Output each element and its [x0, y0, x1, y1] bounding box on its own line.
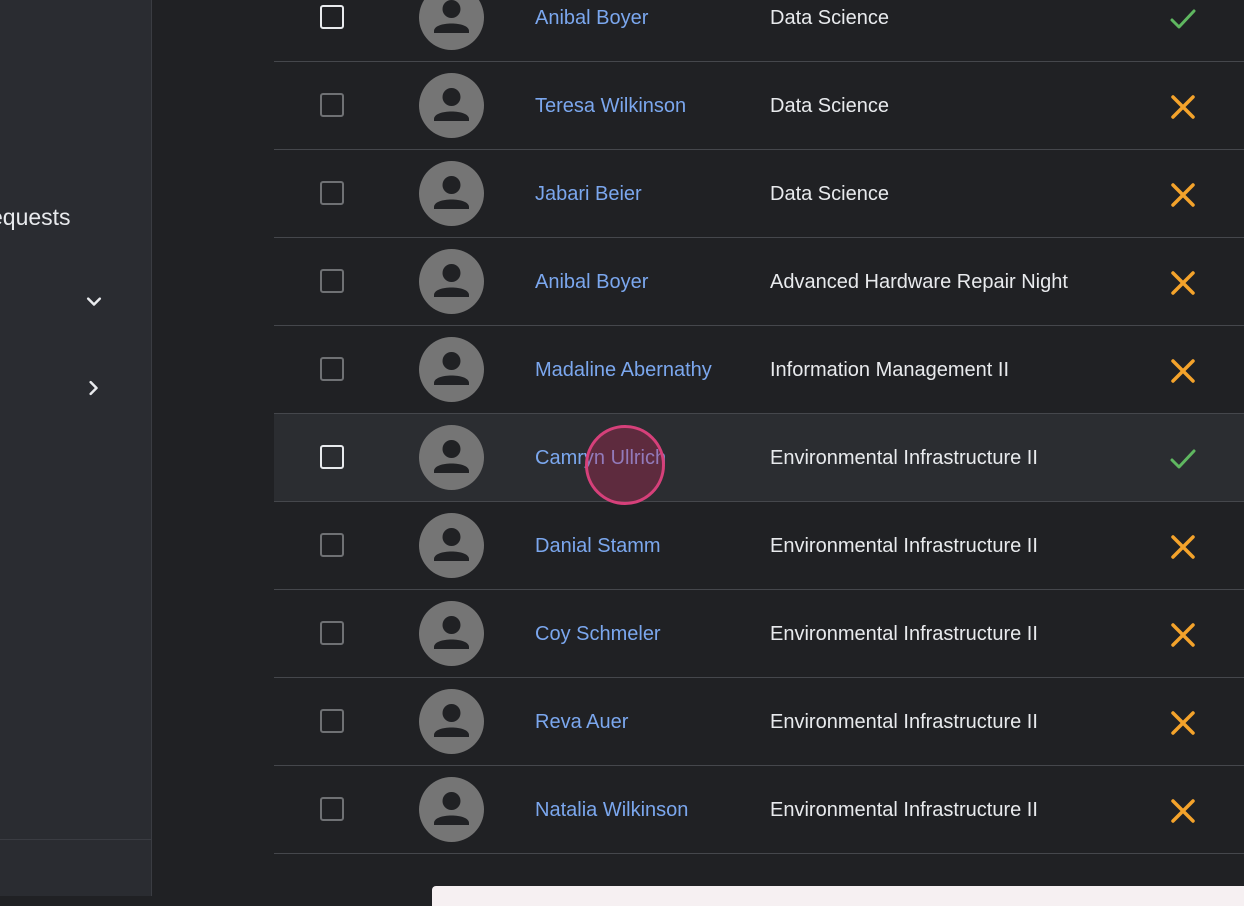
close-icon[interactable] — [1168, 796, 1198, 826]
row-checkbox[interactable] — [320, 269, 344, 293]
close-icon[interactable] — [1168, 532, 1198, 562]
table-row[interactable]: Natalia Wilkinson Environmental Infrastru… — [274, 766, 1244, 854]
close-icon[interactable] — [1168, 708, 1198, 738]
requests-table: Anibal Boyer Data Science Teresa Wilkinson… — [274, 0, 1244, 854]
table-row[interactable]: Jabari Beier Data Science — [274, 150, 1244, 238]
close-icon[interactable] — [1168, 620, 1198, 650]
avatar-icon[interactable] — [419, 425, 484, 490]
user-name-link[interactable]: Danial Stamm — [535, 502, 725, 590]
close-icon[interactable] — [1168, 180, 1198, 210]
row-checkbox[interactable] — [320, 5, 344, 29]
department-label: Information Management II — [770, 359, 1010, 381]
sidebar-item-label: equests — [0, 204, 71, 230]
user-name-link[interactable]: Anibal Boyer — [535, 238, 725, 326]
department-label: Data Science — [770, 7, 889, 29]
row-checkbox[interactable] — [320, 357, 344, 381]
table-row[interactable]: Teresa Wilkinson Data Science — [274, 62, 1244, 150]
sidebar-divider — [0, 839, 151, 840]
chevron-down-icon[interactable] — [82, 290, 106, 314]
user-name-link[interactable]: Madaline Abernathy — [535, 326, 725, 414]
row-checkbox[interactable] — [320, 621, 344, 645]
row-checkbox[interactable] — [320, 181, 344, 205]
chevron-right-icon[interactable] — [82, 376, 106, 400]
table-row[interactable]: Camryn Ullrich Environmental Infrastructu… — [274, 414, 1244, 502]
department-label: Data Science — [770, 183, 889, 205]
table-row[interactable]: Reva Auer Environmental Infrastructure II — [274, 678, 1244, 766]
row-checkbox[interactable] — [320, 709, 344, 733]
check-icon[interactable] — [1168, 444, 1198, 474]
row-checkbox[interactable] — [320, 445, 344, 469]
user-name-link[interactable]: Anibal Boyer — [535, 0, 725, 62]
avatar-icon[interactable] — [419, 249, 484, 314]
avatar-icon[interactable] — [419, 161, 484, 226]
avatar-icon[interactable] — [419, 0, 484, 50]
user-name-link[interactable]: Jabari Beier — [535, 150, 725, 238]
department-label: Data Science — [770, 95, 889, 117]
row-checkbox[interactable] — [320, 533, 344, 557]
avatar-icon[interactable] — [419, 601, 484, 666]
avatar-icon[interactable] — [419, 513, 484, 578]
table-row[interactable]: Anibal Boyer Advanced Hardware Repair Nig… — [274, 238, 1244, 326]
close-icon[interactable] — [1168, 268, 1198, 298]
user-name-link[interactable]: Reva Auer — [535, 678, 725, 766]
table-row[interactable]: Danial Stamm Environmental Infrastructure… — [274, 502, 1244, 590]
department-label: Environmental Infrastructure II — [770, 711, 1038, 733]
bottom-panel — [432, 886, 1244, 906]
sidebar-item-requests[interactable]: equests — [0, 204, 150, 231]
avatar-icon[interactable] — [419, 337, 484, 402]
department-label: Advanced Hardware Repair Night — [770, 271, 1068, 293]
user-name-link[interactable]: Camryn Ullrich — [535, 414, 725, 502]
row-checkbox[interactable] — [320, 93, 344, 117]
department-label: Environmental Infrastructure II — [770, 535, 1038, 557]
department-label: Environmental Infrastructure II — [770, 447, 1038, 469]
row-checkbox[interactable] — [320, 797, 344, 821]
table-row[interactable]: Coy Schmeler Environmental Infrastructure… — [274, 590, 1244, 678]
department-label: Environmental Infrastructure II — [770, 623, 1038, 645]
avatar-icon[interactable] — [419, 777, 484, 842]
sidebar: equests — [0, 0, 152, 896]
close-icon[interactable] — [1168, 356, 1198, 386]
avatar-icon[interactable] — [419, 73, 484, 138]
avatar-icon[interactable] — [419, 689, 484, 754]
close-icon[interactable] — [1168, 92, 1198, 122]
user-name-link[interactable]: Coy Schmeler — [535, 590, 725, 678]
user-name-link[interactable]: Teresa Wilkinson — [535, 62, 725, 150]
table-row[interactable]: Anibal Boyer Data Science — [274, 0, 1244, 62]
check-icon[interactable] — [1168, 4, 1198, 34]
table-row[interactable]: Madaline Abernathy Information Management… — [274, 326, 1244, 414]
department-label: Environmental Infrastructure II — [770, 799, 1038, 821]
user-name-link[interactable]: Natalia Wilkinson — [535, 766, 725, 854]
